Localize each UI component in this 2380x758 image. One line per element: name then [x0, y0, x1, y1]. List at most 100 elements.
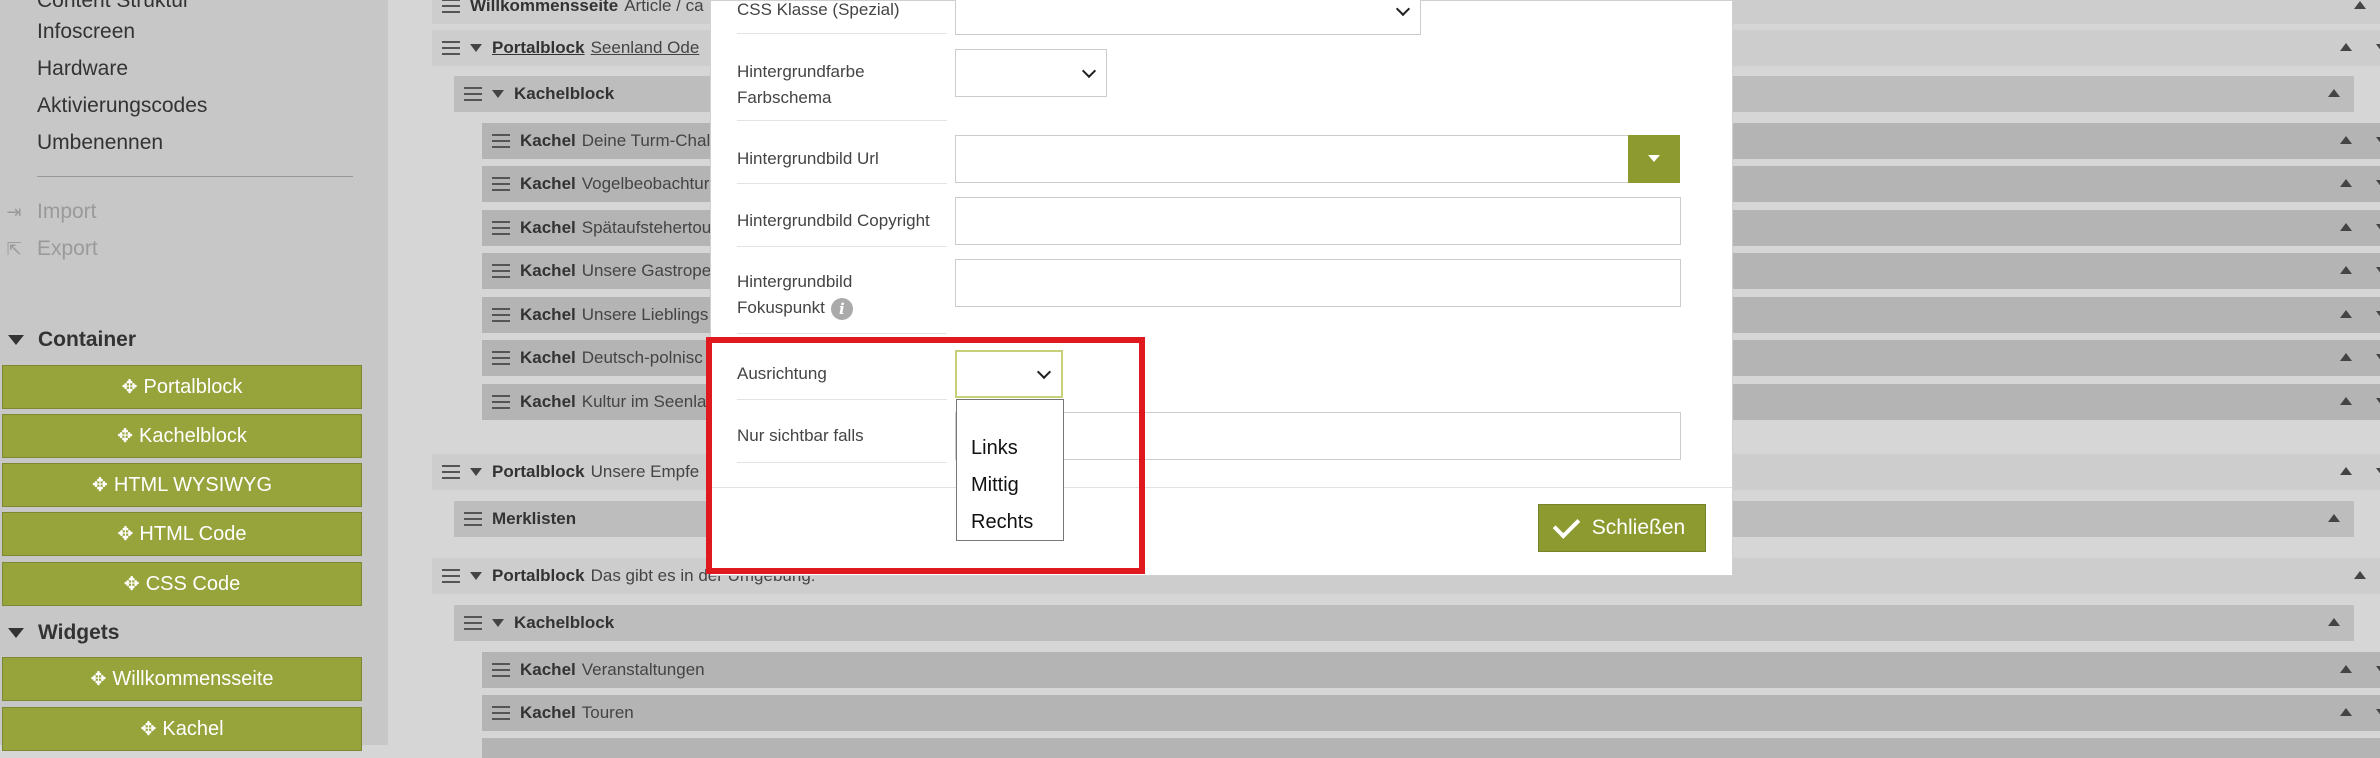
nav-export[interactable]: ⇱ Export [0, 237, 97, 261]
drag-handle-icon[interactable] [442, 569, 460, 583]
drag-handle-icon[interactable] [492, 264, 510, 278]
caret-up-icon[interactable] [2340, 397, 2352, 405]
drag-handle-icon[interactable] [442, 0, 460, 13]
caret-down-icon[interactable] [2376, 180, 2380, 188]
caret-down-icon[interactable] [2376, 354, 2380, 362]
caret-down-icon[interactable] [2376, 468, 2380, 476]
move-icon: ✥ [117, 425, 134, 447]
chevron-down-icon [1081, 63, 1097, 79]
tree-row[interactable]: Kachel Touren [482, 695, 2380, 731]
sidebar: Content Struktur Infoscreen Hardware Akt… [0, 0, 388, 751]
drag-handle-icon[interactable] [492, 308, 510, 322]
nav-hardware[interactable]: Hardware [37, 57, 128, 81]
section-widgets[interactable]: Widgets [8, 621, 119, 645]
caret-up-icon[interactable] [2340, 43, 2352, 51]
drag-handle-icon[interactable] [464, 616, 482, 630]
caret-down-icon [1648, 155, 1660, 162]
url-dropdown-button[interactable] [1628, 135, 1680, 183]
expand-triangle-icon[interactable] [470, 468, 482, 476]
close-button[interactable]: Schließen [1538, 504, 1706, 552]
nav-umbenennen[interactable]: Umbenennen [37, 131, 163, 155]
caret-up-icon[interactable] [2340, 266, 2352, 274]
divider [737, 120, 947, 121]
expand-triangle-icon[interactable] [470, 572, 482, 580]
hintergrundbild-copyright-label: Hintergrundbild Copyright [737, 211, 930, 230]
drag-handle-icon[interactable] [492, 134, 510, 148]
caret-up-icon[interactable] [2328, 89, 2340, 97]
caret-down-icon[interactable] [2376, 224, 2380, 232]
caret-up-icon[interactable] [2340, 310, 2352, 318]
chevron-down-icon [1395, 1, 1411, 17]
caret-up-icon[interactable] [2340, 708, 2352, 716]
caret-down-icon[interactable] [2376, 666, 2380, 674]
hintergrundbild-copyright-input[interactable] [955, 197, 1681, 245]
move-icon: ✥ [90, 668, 107, 690]
drag-kachel-button[interactable]: ✥ Kachel [2, 707, 362, 751]
drag-handle-icon[interactable] [492, 706, 510, 720]
drag-handle-icon[interactable] [442, 465, 460, 479]
hintergrundbild-fokus-label: Hintergrundbild Fokuspunkt i [737, 272, 853, 320]
move-icon: ✥ [117, 523, 134, 545]
move-icon: ✥ [123, 573, 140, 595]
nav-import[interactable]: ⇥ Import [0, 200, 96, 224]
drag-handle-icon[interactable] [492, 395, 510, 409]
hintergrundbild-fokus-input[interactable] [955, 259, 1681, 307]
caret-up-icon[interactable] [2340, 467, 2352, 475]
info-icon[interactable]: i [830, 297, 853, 320]
caret-up-icon[interactable] [2328, 514, 2340, 522]
caret-up-icon[interactable] [2328, 618, 2340, 626]
divider [737, 246, 947, 247]
drag-handle-icon[interactable] [464, 512, 482, 526]
expand-triangle-icon[interactable] [492, 619, 504, 627]
hintergrundfarbe-select[interactable] [955, 49, 1107, 97]
drag-handle-icon[interactable] [464, 87, 482, 101]
tree-row [482, 738, 2380, 758]
drag-handle-icon[interactable] [492, 351, 510, 365]
drag-handle-icon[interactable] [442, 41, 460, 55]
hintergrundfarbe-label: Hintergrundfarbe Farbschema [737, 62, 865, 107]
expand-triangle-icon[interactable] [492, 90, 504, 98]
export-icon: ⇱ [6, 238, 22, 259]
caret-down-icon[interactable] [2376, 137, 2380, 145]
drag-portalblock-button[interactable]: ✥ Portalblock [2, 365, 362, 409]
caret-up-icon[interactable] [2340, 665, 2352, 673]
caret-down-icon[interactable] [2376, 311, 2380, 319]
collapse-triangle-icon [8, 628, 24, 638]
import-icon: ⇥ [6, 201, 22, 222]
caret-down-icon[interactable] [2376, 44, 2380, 52]
drag-handle-icon[interactable] [492, 177, 510, 191]
tree-row[interactable]: Kachel Veranstaltungen [482, 652, 2380, 688]
nav-divider [37, 176, 353, 177]
caret-up-icon[interactable] [2340, 353, 2352, 361]
check-icon [1552, 511, 1581, 539]
drag-css-code-button[interactable]: ✥ CSS Code [2, 562, 362, 606]
tree-row[interactable]: Kachelblock [454, 605, 2354, 641]
caret-up-icon[interactable] [2340, 136, 2352, 144]
expand-triangle-icon[interactable] [470, 44, 482, 52]
caret-down-icon[interactable] [2376, 709, 2380, 717]
caret-up-icon[interactable] [2340, 223, 2352, 231]
caret-up-icon[interactable] [2354, 571, 2366, 579]
drag-handle-icon[interactable] [492, 221, 510, 235]
hintergrundbild-url-input[interactable] [955, 135, 1629, 183]
caret-down-icon[interactable] [2376, 267, 2380, 275]
drag-html-code-button[interactable]: ✥ HTML Code [2, 512, 362, 556]
drag-handle-icon[interactable] [492, 663, 510, 677]
drag-willkommensseite-button[interactable]: ✥ Willkommensseite [2, 657, 362, 701]
drag-kachelblock-button[interactable]: ✥ Kachelblock [2, 414, 362, 458]
section-container[interactable]: Container [8, 328, 136, 352]
css-klasse-select[interactable] [955, 0, 1421, 35]
nav-infoscreen[interactable]: Infoscreen [37, 20, 135, 44]
move-icon: ✥ [140, 718, 157, 740]
move-icon: ✥ [121, 376, 138, 398]
caret-down-icon[interactable] [2376, 398, 2380, 406]
highlight-box [706, 337, 1145, 574]
divider [737, 333, 947, 334]
caret-up-icon[interactable] [2340, 179, 2352, 187]
caret-up-icon[interactable] [2354, 1, 2366, 9]
divider [737, 33, 947, 34]
nav-content-struktur[interactable]: Content Struktur [37, 0, 190, 13]
css-klasse-label: CSS Klasse (Spezial) [737, 0, 900, 19]
nav-aktivierungscodes[interactable]: Aktivierungscodes [37, 94, 207, 118]
drag-html-wysiwyg-button[interactable]: ✥ HTML WYSIWYG [2, 463, 362, 507]
